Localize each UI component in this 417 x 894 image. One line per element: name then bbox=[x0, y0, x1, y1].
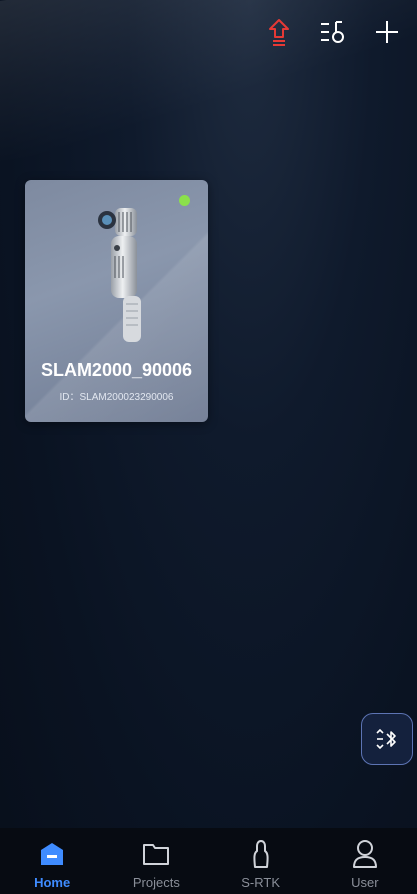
scanner-device-image bbox=[98, 208, 141, 342]
online-status-dot bbox=[179, 195, 190, 206]
tab-projects[interactable]: Projects bbox=[116, 828, 196, 890]
add-device-button[interactable] bbox=[371, 16, 403, 48]
tab-projects-label: Projects bbox=[132, 875, 180, 890]
folder-icon bbox=[143, 844, 170, 865]
home-screen: SLAM2000_90006 ID：SLAM200023290006 Home bbox=[0, 0, 417, 894]
filter-button[interactable] bbox=[317, 16, 349, 48]
tab-user[interactable]: User bbox=[325, 828, 405, 890]
bluetooth-button[interactable] bbox=[361, 713, 413, 765]
tab-home[interactable]: Home bbox=[12, 828, 92, 890]
tab-user-label: User bbox=[351, 875, 379, 890]
upload-button[interactable] bbox=[263, 16, 295, 48]
device-name: SLAM2000_90006 bbox=[40, 360, 193, 380]
home-icon bbox=[41, 843, 64, 865]
rtk-receiver-icon bbox=[253, 840, 269, 868]
tab-home-label: Home bbox=[34, 875, 71, 890]
upload-arrow-icon bbox=[269, 19, 289, 46]
list-sort-icon bbox=[321, 21, 344, 43]
top-toolbar bbox=[263, 16, 403, 48]
device-card[interactable]: SLAM2000_90006 ID：SLAM200023290006 bbox=[25, 180, 208, 422]
user-icon bbox=[352, 840, 377, 868]
plus-icon bbox=[376, 21, 398, 43]
bottom-tab-bar: Home Projects S-RTK User bbox=[0, 828, 417, 894]
tab-s-rtk[interactable]: S-RTK bbox=[221, 828, 301, 890]
tab-s-rtk-label: S-RTK bbox=[241, 875, 280, 890]
device-id: ID：SLAM200023290006 bbox=[59, 392, 174, 403]
bluetooth-icon bbox=[376, 728, 396, 750]
